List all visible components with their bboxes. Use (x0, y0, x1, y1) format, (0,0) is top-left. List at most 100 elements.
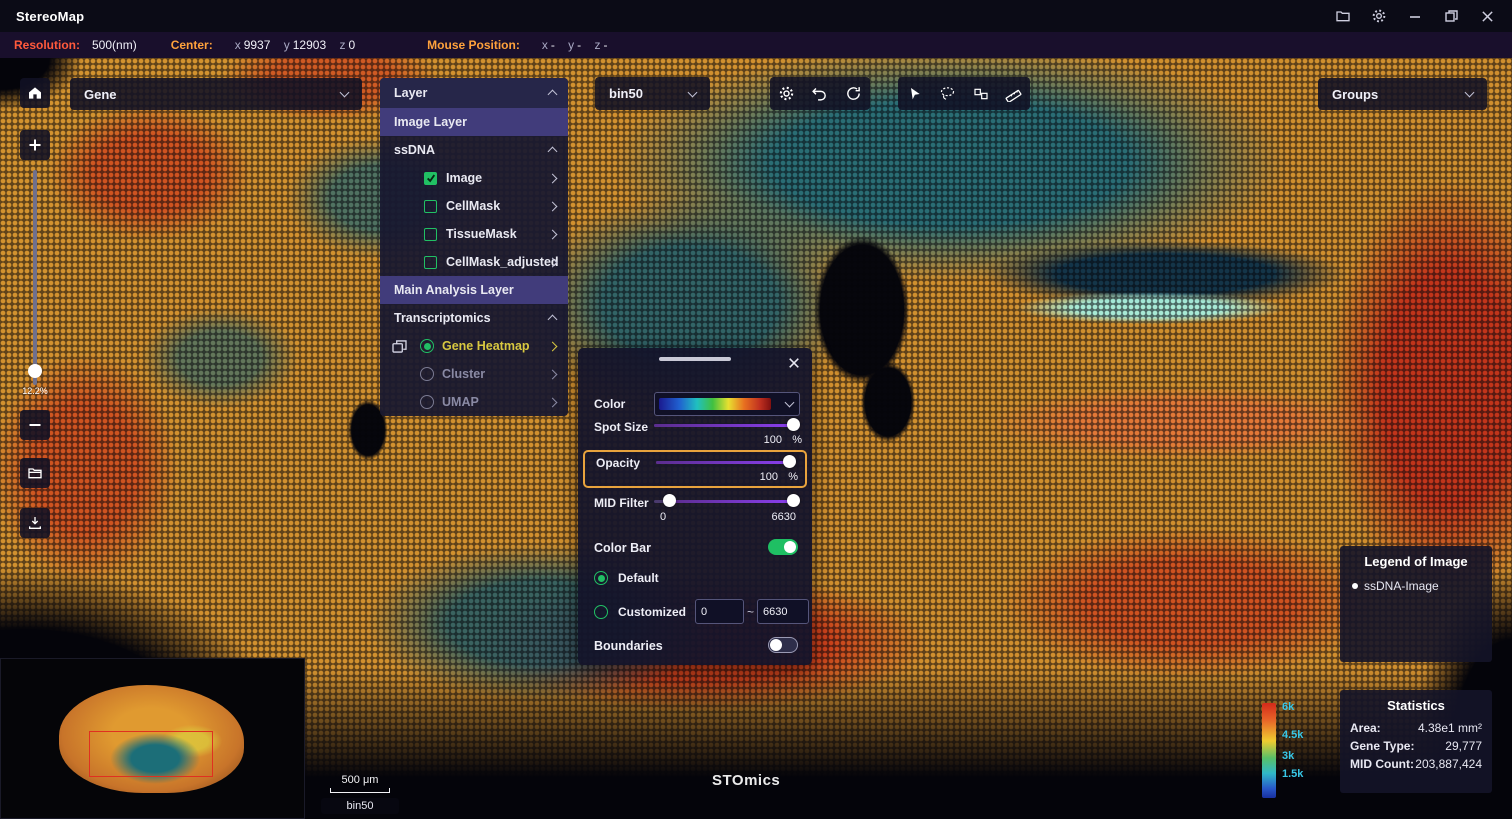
gene-dropdown[interactable]: Gene (70, 78, 362, 110)
colormap-select[interactable] (654, 392, 800, 416)
slider-knob[interactable] (787, 418, 800, 431)
opacity-unit: % (788, 471, 798, 483)
zoom-slider-knob[interactable] (28, 364, 42, 378)
layer-item-image[interactable]: Image (380, 164, 568, 192)
radio-unselected-icon[interactable] (594, 605, 608, 619)
spot-size-slider[interactable] (654, 418, 800, 432)
drag-handle[interactable] (659, 357, 731, 361)
layer-item-gene-heatmap[interactable]: Gene Heatmap (380, 332, 568, 360)
compare-tiles-icon (973, 86, 989, 102)
home-button[interactable] (20, 78, 50, 108)
gear-icon (778, 85, 795, 102)
titlebar[interactable]: StereoMap (0, 0, 1512, 32)
undo-button[interactable] (805, 79, 835, 109)
gene-dropdown-label: Gene (84, 87, 117, 102)
chevron-up-icon (548, 90, 558, 100)
mouse-x-value: - (551, 38, 555, 52)
transcriptomics-group-row[interactable]: Transcriptomics (380, 304, 568, 332)
slider-min-knob[interactable] (663, 494, 676, 507)
layer-item-cellmask-adjusted[interactable]: CellMask_adjusted (380, 248, 568, 276)
chevron-right-icon (548, 201, 558, 211)
layer-item-label: CellMask_adjusted (446, 255, 559, 269)
minus-icon (28, 418, 42, 432)
display-settings-button[interactable] (772, 79, 802, 109)
checkbox-unchecked-icon[interactable] (424, 200, 437, 213)
center-z-axis: z (339, 38, 345, 52)
slider-knob[interactable] (783, 455, 796, 468)
mid-filter-label: MID Filter (594, 496, 649, 510)
heatmap-canvas[interactable]: 12.2% Gene Layer Image Layer (0, 58, 1512, 819)
legend-item-ssdna-image[interactable]: ssDNA-Image (1340, 575, 1492, 597)
measure-button[interactable] (999, 79, 1029, 109)
layer-panel-title: Layer (394, 86, 427, 100)
minimap-viewport-rect[interactable] (89, 731, 213, 777)
spot-size-row: Spot Size 100 % (578, 418, 812, 448)
spot-size-unit: % (792, 434, 802, 446)
select-cursor-button[interactable] (900, 79, 930, 109)
minimize-icon[interactable] (1400, 3, 1430, 29)
stat-value: 203,887,424 (1415, 757, 1482, 771)
close-popup-button[interactable] (785, 354, 803, 372)
layer-panel-header[interactable]: Layer (380, 78, 568, 108)
main-analysis-layer-row[interactable]: Main Analysis Layer (380, 276, 568, 304)
bin-size-dropdown[interactable]: bin50 (595, 77, 710, 110)
legend-title: Legend of Image (1340, 546, 1492, 575)
image-layer-label: Image Layer (394, 115, 467, 129)
slider-max-knob[interactable] (787, 494, 800, 507)
plus-icon (28, 138, 42, 152)
boundaries-toggle[interactable] (768, 637, 798, 653)
customized-option-row[interactable]: Customized ~ (578, 598, 812, 625)
layer-item-label: Cluster (442, 367, 485, 381)
slider-fill (656, 461, 794, 464)
export-button[interactable] (20, 508, 50, 538)
default-option-row[interactable]: Default (578, 568, 812, 588)
lasso-select-button[interactable] (933, 79, 963, 109)
mouse-position-label: Mouse Position: (427, 38, 520, 52)
stat-label: Area: (1350, 721, 1381, 735)
home-icon (27, 85, 43, 101)
checkbox-checked-icon[interactable] (424, 172, 437, 185)
image-layer-row[interactable]: Image Layer (380, 108, 568, 136)
opacity-value: 100 (760, 471, 778, 483)
radio-unselected-icon[interactable] (420, 395, 434, 409)
minimap[interactable] (0, 658, 305, 819)
checkbox-unchecked-icon[interactable] (424, 256, 437, 269)
custom-min-input[interactable] (695, 599, 744, 624)
ssdna-group-label: ssDNA (394, 143, 435, 157)
ssdna-group-row[interactable]: ssDNA (380, 136, 568, 164)
folder-icon (27, 465, 43, 481)
layer-item-cluster[interactable]: Cluster (380, 360, 568, 388)
zoom-in-button[interactable] (20, 130, 50, 160)
center-coords: x9937 y12903 z0 (225, 38, 355, 52)
center-y-axis: y (284, 38, 290, 52)
open-file-button[interactable] (20, 458, 50, 488)
color-bar-toggle[interactable] (768, 539, 798, 555)
customized-label: Customized (618, 605, 686, 619)
statistics-panel: Statistics Area: 4.38e1 mm² Gene Type: 2… (1340, 690, 1492, 793)
settings-gear-icon[interactable] (1364, 3, 1394, 29)
zoom-out-button[interactable] (20, 410, 50, 440)
groups-dropdown[interactable]: Groups (1318, 78, 1487, 110)
layer-item-label: Image (446, 171, 482, 185)
opacity-slider[interactable] (656, 455, 796, 469)
center-label: Center: (171, 38, 213, 52)
close-window-icon[interactable] (1472, 3, 1502, 29)
mid-min-value: 0 (660, 511, 666, 523)
compare-layout-button[interactable] (966, 79, 996, 109)
radio-unselected-icon[interactable] (420, 367, 434, 381)
refresh-button[interactable] (838, 79, 868, 109)
zoom-slider-track[interactable] (33, 170, 37, 385)
radio-selected-icon[interactable] (594, 571, 608, 585)
radio-selected-icon[interactable] (420, 339, 434, 353)
layer-item-cellmask[interactable]: CellMask (380, 192, 568, 220)
restore-icon[interactable] (1436, 3, 1466, 29)
chevron-right-icon (548, 397, 558, 407)
layer-item-tissuemask[interactable]: TissueMask (380, 220, 568, 248)
checkbox-unchecked-icon[interactable] (424, 228, 437, 241)
center-y-value: 12903 (293, 38, 326, 52)
mid-filter-range-slider[interactable] (654, 494, 800, 508)
stomics-watermark: STOmics (712, 772, 780, 789)
open-folder-icon[interactable] (1328, 3, 1358, 29)
custom-max-input[interactable] (757, 599, 809, 624)
layer-item-umap[interactable]: UMAP (380, 388, 568, 416)
